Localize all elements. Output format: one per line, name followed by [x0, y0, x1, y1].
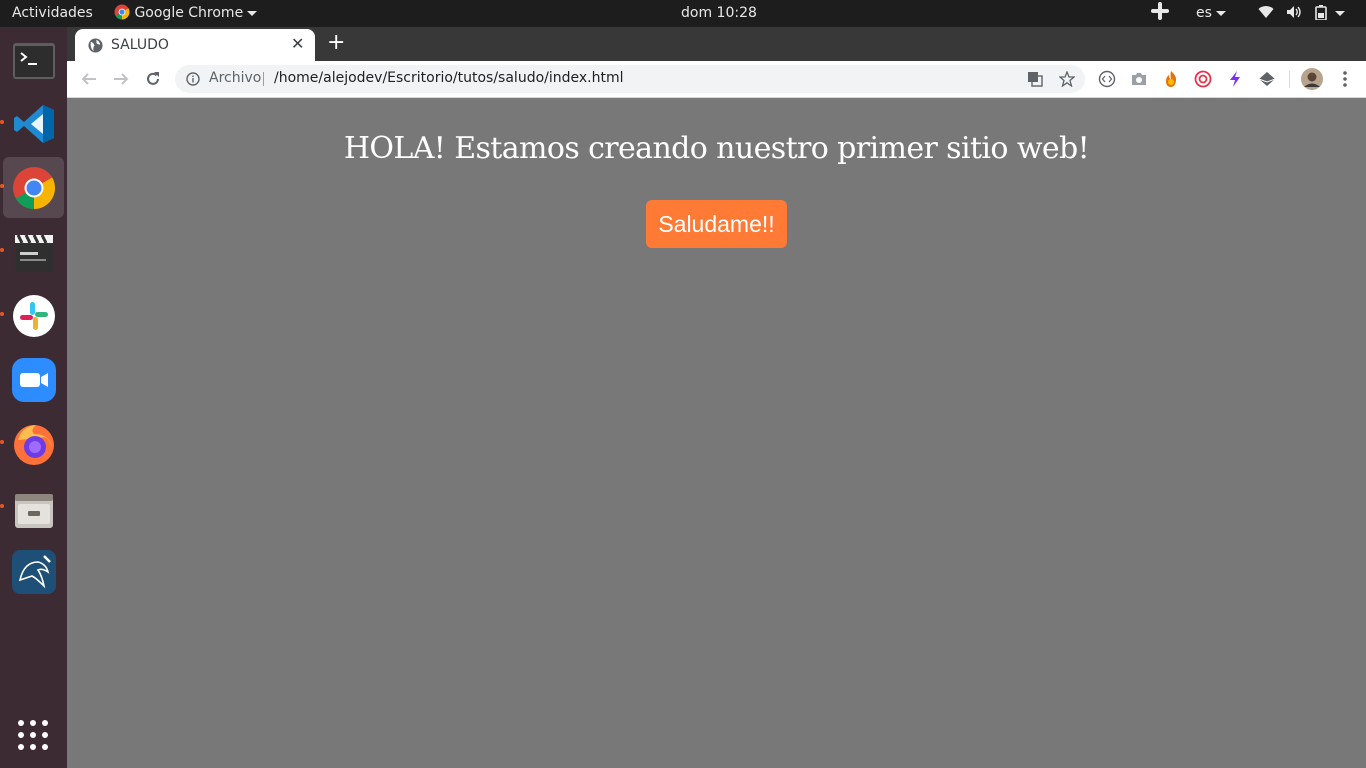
- dock-item-firefox[interactable]: [3, 413, 64, 474]
- slack-icon: [13, 295, 55, 337]
- bookmark-star-icon[interactable]: [1059, 71, 1075, 87]
- app-menu-label: Google Chrome: [134, 5, 244, 21]
- chevron-down-icon: [1215, 10, 1226, 16]
- clapperboard-icon: [15, 234, 53, 272]
- tab-saludo[interactable]: SALUDO ✕: [75, 29, 315, 61]
- vscode-icon: [14, 105, 54, 143]
- profile-avatar[interactable]: [1301, 68, 1323, 90]
- chevron-down-icon: [247, 10, 258, 16]
- system-status-menu[interactable]: [1258, 0, 1346, 27]
- reload-icon[interactable]: [144, 70, 162, 88]
- file-cabinet-icon: [15, 494, 53, 528]
- chrome-icon: [114, 4, 130, 20]
- show-applications-button[interactable]: [17, 719, 49, 751]
- dock-item-zoom[interactable]: [3, 349, 64, 410]
- dock-item-vscode[interactable]: [3, 93, 64, 154]
- dock-item-mysql-workbench[interactable]: [3, 541, 64, 602]
- keyboard-layout-label: es: [1196, 5, 1212, 21]
- camera-icon[interactable]: [1130, 70, 1148, 88]
- activities-button[interactable]: Actividades: [12, 0, 93, 27]
- dock-item-chrome[interactable]: [3, 157, 64, 218]
- clock[interactable]: dom 10:28: [681, 0, 757, 27]
- spiral-extension-icon[interactable]: [1194, 70, 1212, 88]
- dock-item-terminal[interactable]: [3, 30, 64, 91]
- forward-icon[interactable]: [112, 70, 130, 88]
- info-icon: [186, 72, 200, 86]
- chevron-down-icon: [1335, 10, 1346, 16]
- dock-item-video-editor[interactable]: [3, 221, 64, 282]
- keyboard-layout-menu[interactable]: es: [1196, 0, 1226, 27]
- extension-code-icon[interactable]: [1098, 70, 1116, 88]
- top-bar: Actividades Google Chrome dom 10:28 es: [0, 0, 1366, 27]
- dolphin-icon: [12, 550, 56, 594]
- browser-toolbar: Archivo /home/alejodev/Escritorio/tutos/…: [67, 61, 1366, 98]
- tab-title: SALUDO: [111, 37, 169, 53]
- dock-item-slack[interactable]: [3, 285, 64, 346]
- terminal-icon: [13, 43, 55, 79]
- new-tab-button[interactable]: +: [327, 30, 345, 56]
- saludame-button[interactable]: Saludame!!: [646, 200, 787, 248]
- fire-extension-icon[interactable]: [1162, 70, 1180, 88]
- zoom-icon: [12, 358, 56, 402]
- tab-strip: SALUDO ✕ +: [67, 27, 1366, 61]
- lightning-icon[interactable]: [1226, 70, 1244, 88]
- globe-icon: [88, 38, 103, 53]
- close-tab-icon[interactable]: ✕: [291, 36, 304, 52]
- firefox-icon: [14, 425, 54, 465]
- dock-item-files[interactable]: [3, 477, 64, 538]
- dock: [0, 27, 67, 768]
- back-icon[interactable]: [80, 70, 98, 88]
- security-chip-label: Archivo: [209, 70, 262, 86]
- url-text: /home/alejodev/Escritorio/tutos/saludo/i…: [274, 70, 624, 86]
- toolbar-divider: [1289, 71, 1290, 88]
- address-bar[interactable]: Archivo /home/alejodev/Escritorio/tutos/…: [175, 65, 1085, 93]
- battery-icon: [1315, 5, 1327, 21]
- kebab-menu-icon[interactable]: [1342, 70, 1348, 88]
- slack-tray-icon[interactable]: [1150, 0, 1170, 27]
- chrome-icon: [13, 167, 56, 209]
- layers-icon[interactable]: [1258, 70, 1276, 88]
- page-viewport: HOLA! Estamos creando nuestro primer sit…: [67, 98, 1366, 768]
- app-menu[interactable]: Google Chrome: [114, 0, 258, 27]
- wifi-icon: [1258, 6, 1274, 19]
- volume-icon: [1287, 6, 1302, 18]
- page-heading: HOLA! Estamos creando nuestro primer sit…: [343, 131, 1090, 166]
- grid-icon: [18, 720, 48, 750]
- omnibox-divider: [263, 72, 264, 86]
- translate-icon[interactable]: [1027, 71, 1043, 87]
